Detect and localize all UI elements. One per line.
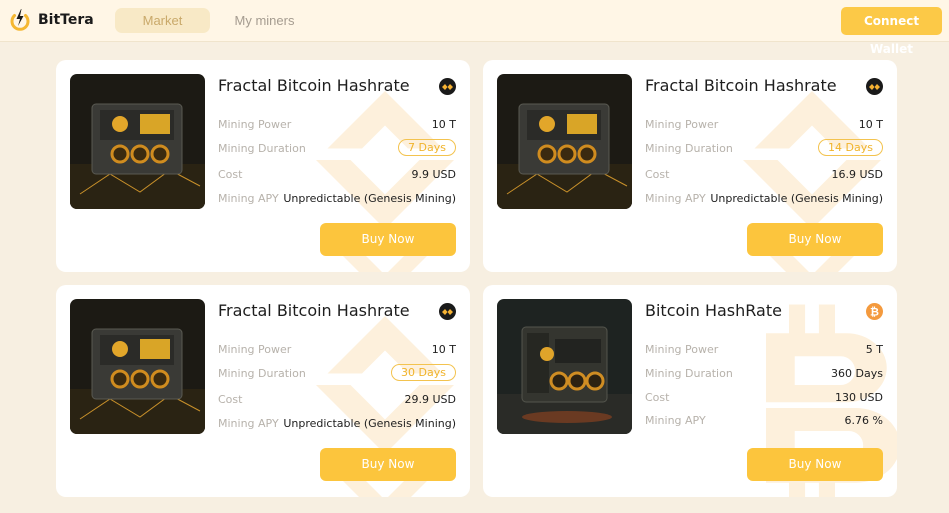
mining-apy-value: 6.76 % <box>844 414 883 427</box>
mining-apy-value: Unpredictable (Genesis Mining) <box>710 192 883 205</box>
top-bar: BitTera Market My miners Connect Wallet <box>0 0 949 56</box>
cost-label: Cost <box>645 391 670 404</box>
svg-text:₿: ₿ <box>870 306 879 319</box>
product-title: Fractal Bitcoin Hashrate <box>218 301 410 320</box>
mining-apy-row: Mining APY Unpredictable (Genesis Mining… <box>218 414 456 432</box>
cost-row: Cost 130 USD <box>645 388 883 406</box>
mining-apy-value: Unpredictable (Genesis Mining) <box>283 417 456 430</box>
cost-label: Cost <box>218 393 243 406</box>
cost-label: Cost <box>645 168 670 181</box>
miner-image <box>497 74 632 209</box>
product-title: Fractal Bitcoin Hashrate <box>645 76 837 95</box>
brand-logo[interactable]: BitTera <box>8 8 94 32</box>
product-title: Bitcoin HashRate <box>645 301 782 320</box>
cost-value: 130 USD <box>835 391 883 404</box>
mining-power-row: Mining Power 5 T <box>645 340 883 358</box>
mining-power-value: 10 T <box>431 343 456 356</box>
mining-power-value: 10 T <box>431 118 456 131</box>
buy-now-button[interactable]: Buy Now <box>320 448 456 481</box>
duration-badge: 7 Days <box>398 139 456 156</box>
connect-wallet-button[interactable]: Connect Wallet <box>841 7 942 56</box>
mining-power-value: 5 T <box>865 343 883 356</box>
mining-apy-label: Mining APY <box>645 192 706 205</box>
mining-duration-row: Mining Duration 30 Days <box>218 364 456 382</box>
duration-badge: 14 Days <box>818 139 883 156</box>
mining-duration-label: Mining Duration <box>645 142 733 155</box>
duration-badge: 30 Days <box>391 364 456 381</box>
cost-row: Cost 16.9 USD <box>645 165 883 183</box>
fractal-coin-icon <box>866 78 883 95</box>
miner-image <box>70 299 205 434</box>
mining-duration-row: Mining Duration 7 Days <box>218 139 456 157</box>
buy-now-button[interactable]: Buy Now <box>747 223 883 256</box>
miner-image <box>70 74 205 209</box>
buy-now-button[interactable]: Buy Now <box>320 223 456 256</box>
mining-power-label: Mining Power <box>218 343 292 356</box>
product-title: Fractal Bitcoin Hashrate <box>218 76 410 95</box>
product-card: Bitcoin HashRate ₿ Mining Power 5 T Mini… <box>483 285 897 497</box>
mining-duration-label: Mining Duration <box>218 367 306 380</box>
tab-market[interactable]: Market <box>115 8 210 33</box>
mining-power-label: Mining Power <box>218 118 292 131</box>
product-card: Fractal Bitcoin Hashrate Mining Power 10… <box>56 285 470 497</box>
mining-duration-label: Mining Duration <box>218 142 306 155</box>
fractal-coin-icon <box>439 78 456 95</box>
mining-apy-value: Unpredictable (Genesis Mining) <box>283 192 456 205</box>
buy-now-button[interactable]: Buy Now <box>747 448 883 481</box>
product-card: Fractal Bitcoin Hashrate Mining Power 10… <box>56 60 470 272</box>
bitcoin-icon: ₿ <box>866 303 883 320</box>
cost-row: Cost 29.9 USD <box>218 390 456 408</box>
mining-apy-label: Mining APY <box>218 417 279 430</box>
tab-my-miners[interactable]: My miners <box>222 8 307 33</box>
mining-duration-label: Mining Duration <box>645 367 733 380</box>
mining-apy-label: Mining APY <box>645 414 706 427</box>
mining-power-value: 10 T <box>858 118 883 131</box>
power-bolt-icon <box>8 8 32 32</box>
mining-power-row: Mining Power 10 T <box>218 115 456 133</box>
mining-apy-label: Mining APY <box>218 192 279 205</box>
cost-label: Cost <box>218 168 243 181</box>
mining-power-row: Mining Power 10 T <box>645 115 883 133</box>
mining-apy-row: Mining APY 6.76 % <box>645 411 883 429</box>
brand-name: BitTera <box>38 12 94 28</box>
mining-duration-row: Mining Duration 14 Days <box>645 139 883 157</box>
mining-power-label: Mining Power <box>645 343 719 356</box>
mining-duration-row: Mining Duration 360 Days <box>645 364 883 382</box>
mining-power-row: Mining Power 10 T <box>218 340 456 358</box>
mining-apy-row: Mining APY Unpredictable (Genesis Mining… <box>645 189 883 207</box>
cost-value: 9.9 USD <box>411 168 457 181</box>
mining-apy-row: Mining APY Unpredictable (Genesis Mining… <box>218 189 456 207</box>
cost-value: 29.9 USD <box>404 393 457 406</box>
mining-power-label: Mining Power <box>645 118 719 131</box>
product-card: Fractal Bitcoin Hashrate Mining Power 10… <box>483 60 897 272</box>
miner-image <box>497 299 632 434</box>
fractal-coin-icon <box>439 303 456 320</box>
cost-value: 16.9 USD <box>831 168 884 181</box>
cost-row: Cost 9.9 USD <box>218 165 456 183</box>
mining-duration-value: 360 Days <box>831 367 883 380</box>
